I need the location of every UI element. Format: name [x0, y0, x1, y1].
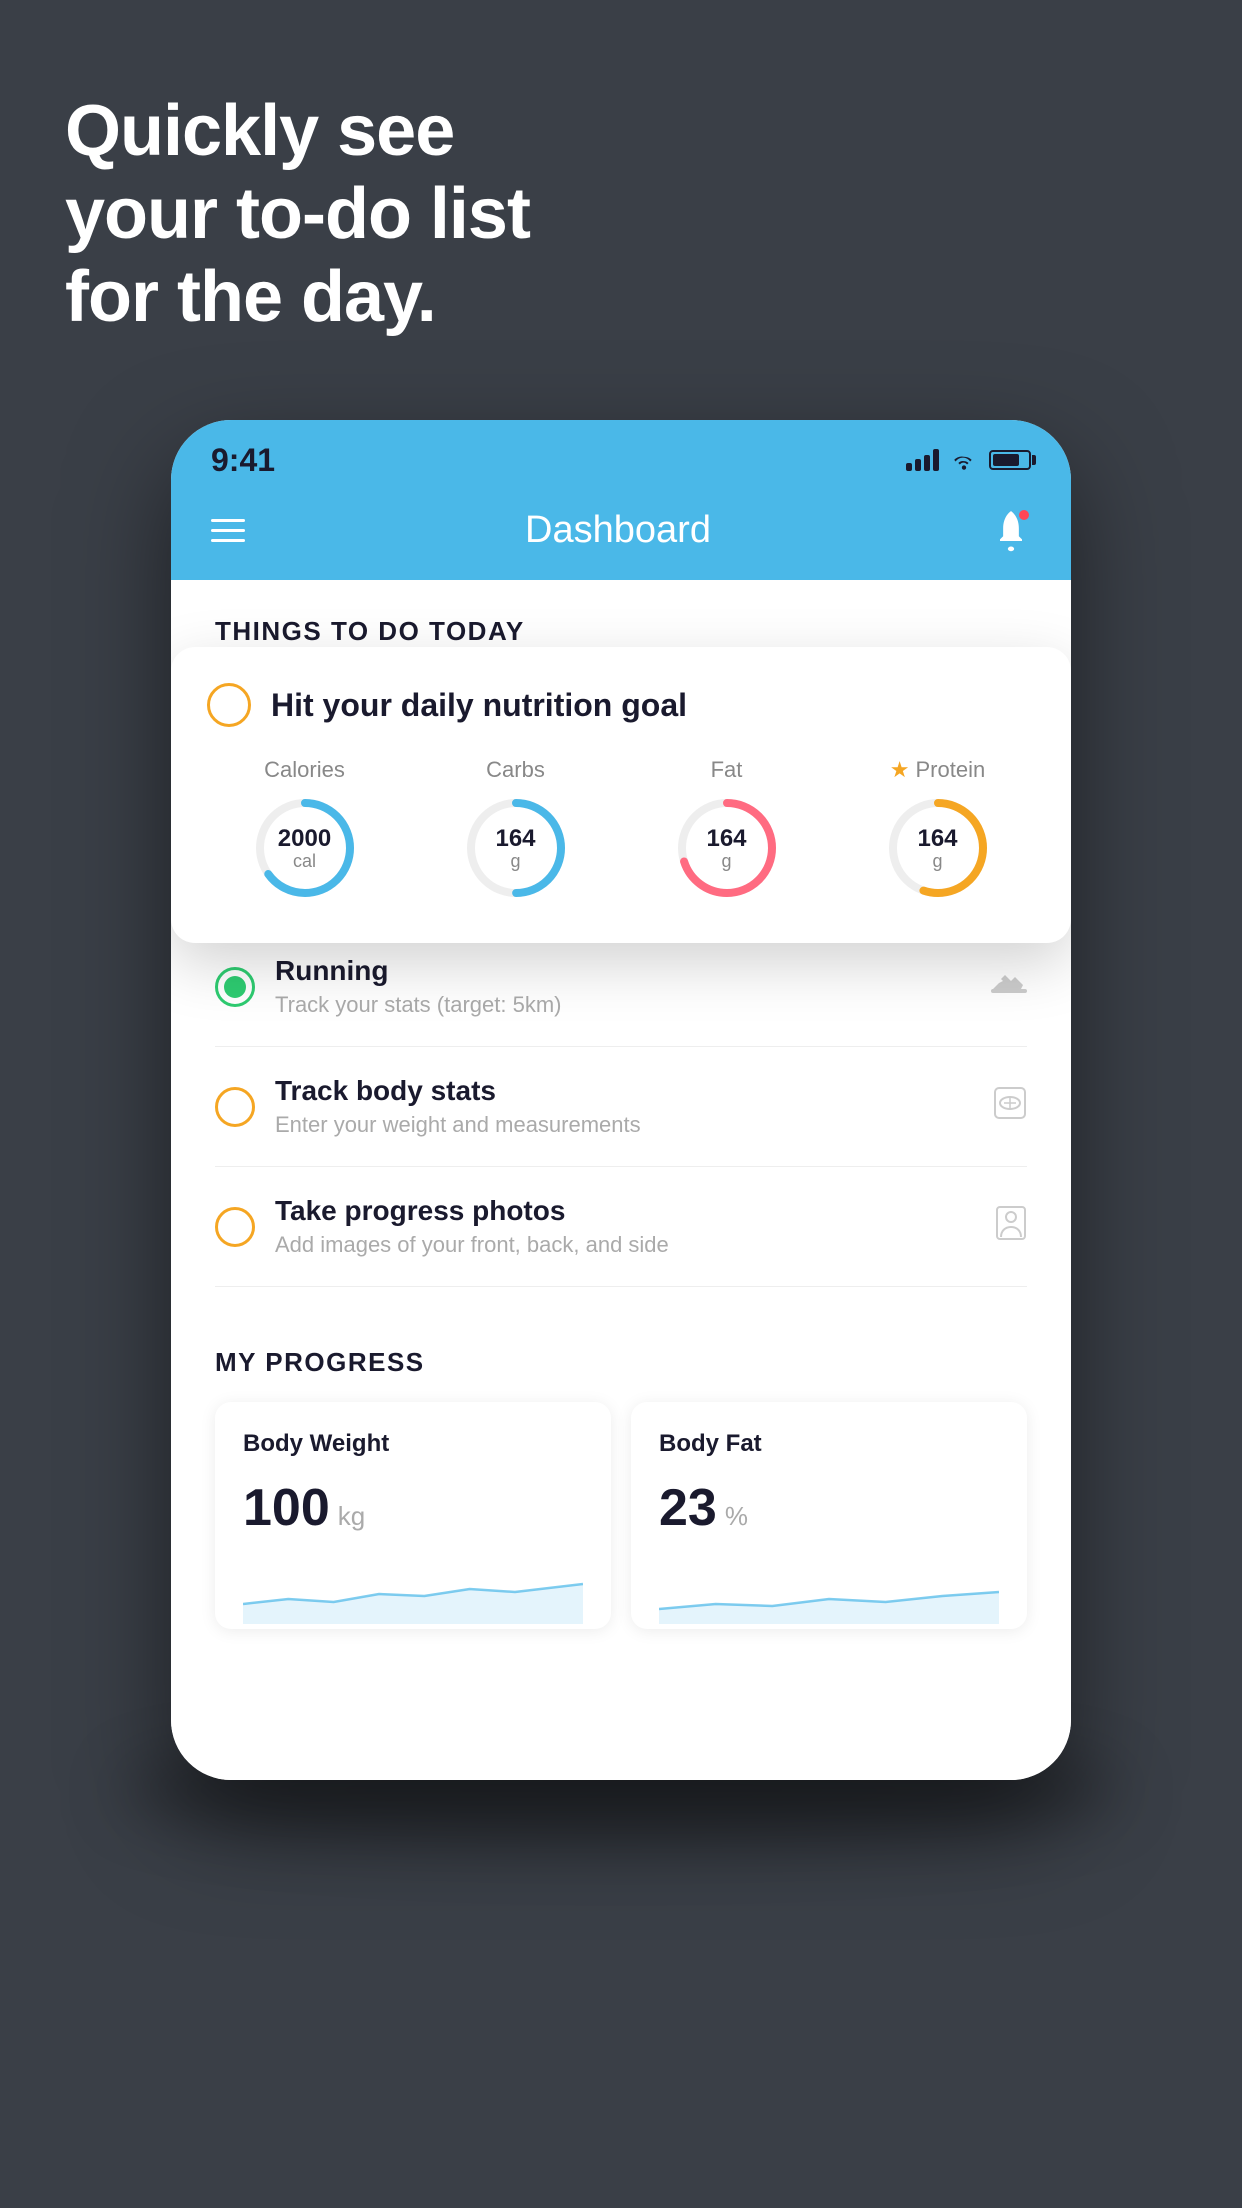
- shoe-icon: [991, 968, 1027, 1005]
- app-header: Dashboard: [171, 490, 1071, 580]
- headline: Quickly see your to-do list for the day.: [65, 90, 530, 338]
- headline-line2: your to-do list: [65, 174, 530, 254]
- photos-title: Take progress photos: [275, 1195, 975, 1227]
- battery-icon: [989, 450, 1031, 470]
- todo-list: Running Track your stats (target: 5km): [171, 927, 1071, 1287]
- person-icon: [995, 1205, 1027, 1249]
- body-weight-value: 100 kg: [243, 1478, 583, 1538]
- progress-section: MY PROGRESS Body Weight 100 kg: [171, 1307, 1071, 1629]
- status-time: 9:41: [211, 442, 275, 479]
- body-weight-card-title: Body Weight: [243, 1430, 583, 1458]
- header-title: Dashboard: [525, 509, 711, 552]
- running-title: Running: [275, 955, 971, 987]
- status-icons: [906, 449, 1031, 471]
- body-weight-chart: [243, 1554, 583, 1624]
- body-weight-card: Body Weight 100 kg: [215, 1402, 611, 1629]
- photos-content: Take progress photos Add images of your …: [275, 1195, 975, 1258]
- card-title-row: Hit your daily nutrition goal: [207, 683, 1035, 727]
- wifi-icon: [951, 450, 977, 470]
- body-fat-chart: [659, 1554, 999, 1624]
- body-fat-unit: %: [725, 1501, 748, 1532]
- fat-label: Fat: [711, 757, 743, 783]
- body-stats-checkbox[interactable]: [215, 1087, 255, 1127]
- nutrition-fat: Fat 164 g: [629, 757, 824, 903]
- nutrition-card: Hit your daily nutrition goal Calories: [171, 647, 1071, 943]
- carbs-ring: 164 g: [461, 793, 571, 903]
- scale-icon: [993, 1086, 1027, 1128]
- running-checkbox[interactable]: [215, 967, 255, 1007]
- calories-value: 2000: [278, 826, 331, 852]
- calories-ring: 2000 cal: [250, 793, 360, 903]
- nutrition-carbs: Carbs 164 g: [418, 757, 613, 903]
- status-bar: 9:41: [171, 420, 1071, 490]
- running-subtitle: Track your stats (target: 5km): [275, 992, 971, 1018]
- fat-ring: 164 g: [672, 793, 782, 903]
- protein-label: ★ Protein: [890, 757, 985, 783]
- photos-subtitle: Add images of your front, back, and side: [275, 1232, 975, 1258]
- phone-screen: 9:41: [171, 420, 1071, 1780]
- todo-progress-photos[interactable]: Take progress photos Add images of your …: [215, 1167, 1027, 1287]
- todo-body-stats[interactable]: Track body stats Enter your weight and m…: [215, 1047, 1027, 1167]
- body-weight-unit: kg: [338, 1501, 365, 1532]
- photos-checkbox[interactable]: [215, 1207, 255, 1247]
- nutrition-grid: Calories 2000 cal: [207, 757, 1035, 903]
- body-stats-subtitle: Enter your weight and measurements: [275, 1112, 973, 1138]
- progress-cards-grid: Body Weight 100 kg Body Fat: [215, 1402, 1027, 1629]
- body-weight-number: 100: [243, 1478, 330, 1538]
- nutrition-calories: Calories 2000 cal: [207, 757, 402, 903]
- body-fat-card: Body Fat 23 %: [631, 1402, 1027, 1629]
- protein-ring: 164 g: [883, 793, 993, 903]
- carbs-label: Carbs: [486, 757, 545, 783]
- progress-section-title: MY PROGRESS: [215, 1347, 1027, 1378]
- menu-button[interactable]: [211, 519, 245, 542]
- body-stats-title: Track body stats: [275, 1075, 973, 1107]
- protein-value: 164: [917, 826, 957, 852]
- notification-badge: [1017, 508, 1031, 522]
- calories-unit: cal: [293, 852, 316, 870]
- carbs-unit: g: [510, 852, 520, 870]
- card-title: Hit your daily nutrition goal: [271, 687, 687, 724]
- body-fat-value: 23 %: [659, 1478, 999, 1538]
- todo-running[interactable]: Running Track your stats (target: 5km): [215, 927, 1027, 1047]
- headline-line3: for the day.: [65, 257, 436, 337]
- signal-icon: [906, 449, 939, 471]
- notification-button[interactable]: [991, 508, 1031, 552]
- fat-value: 164: [706, 826, 746, 852]
- nutrition-protein: ★ Protein 164 g: [840, 757, 1035, 903]
- star-icon: ★: [890, 757, 910, 783]
- calories-label: Calories: [264, 757, 345, 783]
- protein-unit: g: [932, 852, 942, 870]
- running-content: Running Track your stats (target: 5km): [275, 955, 971, 1018]
- phone-content: THINGS TO DO TODAY Hit your daily nutrit…: [171, 580, 1071, 1780]
- headline-line1: Quickly see: [65, 91, 454, 171]
- carbs-value: 164: [495, 826, 535, 852]
- fat-unit: g: [721, 852, 731, 870]
- body-stats-content: Track body stats Enter your weight and m…: [275, 1075, 973, 1138]
- body-fat-number: 23: [659, 1478, 717, 1538]
- body-fat-card-title: Body Fat: [659, 1430, 999, 1458]
- phone-mockup: 9:41: [171, 420, 1071, 1780]
- card-checkbox[interactable]: [207, 683, 251, 727]
